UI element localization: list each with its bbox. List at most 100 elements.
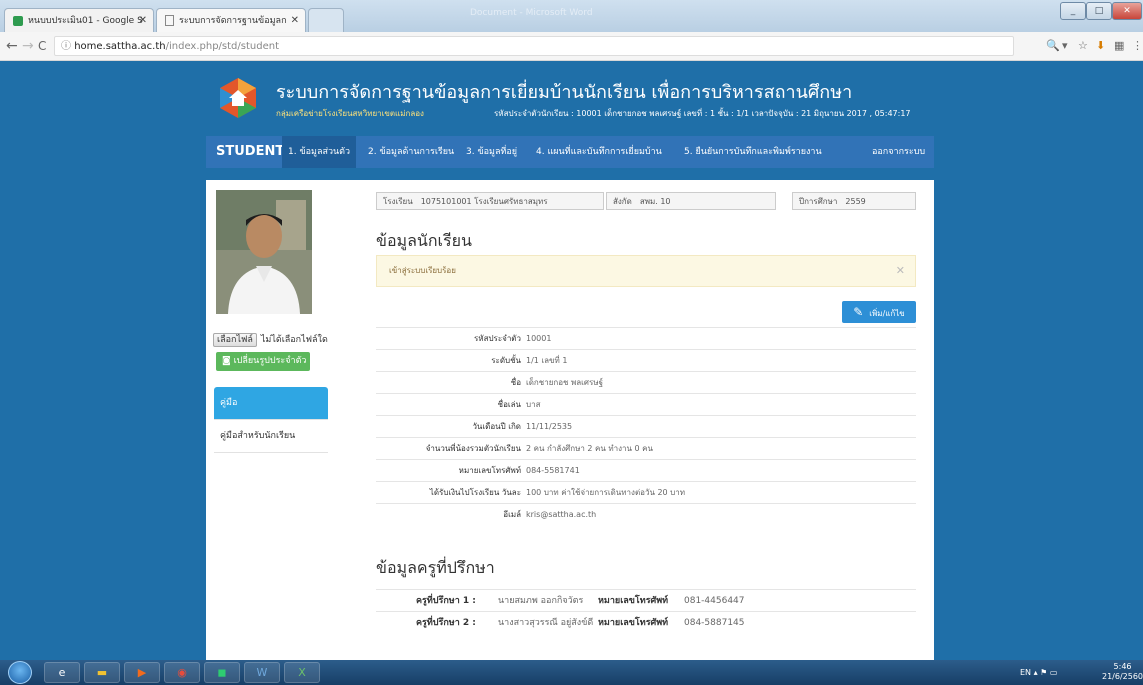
browser-tab-bar: หนบบประเมิน01 - Google S ✕ ระบบการจัดการฐ… xyxy=(0,0,1143,32)
logout-link[interactable]: ออกจากระบบ xyxy=(872,136,925,168)
field-label: ชื่อ xyxy=(510,378,521,387)
menu-dots-icon[interactable]: ⋮ xyxy=(1132,39,1143,52)
year-box: ปีการศึกษา 2559 xyxy=(792,192,916,210)
teacher-phone: 084-5887145 xyxy=(684,618,745,628)
reload-icon[interactable]: C xyxy=(38,38,46,54)
minimize-button[interactable]: _ xyxy=(1060,2,1086,20)
pencil-icon: ✎ xyxy=(853,305,864,319)
tab-student-system[interactable]: ระบบการจัดการฐานข้อมูลก ✕ xyxy=(156,8,306,32)
extension-icon[interactable]: ▦ xyxy=(1114,39,1124,52)
field-value: เด็กชายกอช พลเศรษฐ์ xyxy=(526,378,603,387)
info-icon: ⓘ xyxy=(61,41,75,52)
field-row: ได้รับเงินไปโรงเรียน วันละ 100 บาท ค่าใช้… xyxy=(376,481,916,503)
field-label: หมายเลขโทรศัพท์ xyxy=(458,466,521,475)
field-value: 100 บาท ค่าใช้จ่ายการเดินทางต่อวัน 20 บา… xyxy=(526,488,686,497)
clock[interactable]: 5:46 21/6/2560 xyxy=(1102,662,1143,682)
maximize-button[interactable]: □ xyxy=(1086,2,1112,20)
close-icon[interactable]: ✕ xyxy=(896,256,905,286)
word-icon[interactable]: W xyxy=(244,662,280,683)
phone-label: หมายเลขโทรศัพท์ xyxy=(598,618,669,628)
clock-date: 21/6/2560 xyxy=(1102,672,1143,681)
download-icon[interactable]: ⬇ xyxy=(1096,39,1105,52)
field-value: 10001 xyxy=(526,334,552,343)
forward-arrow-icon[interactable]: → xyxy=(22,38,34,54)
teacher-label: ครูที่ปรึกษา 1 : xyxy=(416,596,476,606)
year-label: ปีการศึกษา xyxy=(799,197,838,206)
field-label: ระดับชั้น xyxy=(491,356,521,365)
address-bar[interactable]: ⓘ home.sattha.ac.th/index.php/std/studen… xyxy=(54,36,1014,56)
ie-icon[interactable]: e xyxy=(44,662,80,683)
edit-button[interactable]: ✎ เพิ่ม/แก้ไข xyxy=(842,301,916,323)
clock-time: 5:46 xyxy=(1113,662,1132,671)
field-value: บาส xyxy=(526,400,541,409)
field-value: 084-5581741 xyxy=(526,466,580,475)
chrome-icon[interactable]: ◉ xyxy=(164,662,200,683)
url-path: /index.php/std/student xyxy=(165,41,279,52)
url-host: home.sattha.ac.th xyxy=(74,41,166,52)
network-icon[interactable]: ▭ xyxy=(1050,668,1058,677)
login-success-alert: เข้าสู่ระบบเรียบร้อย ✕ xyxy=(376,255,916,287)
zoom-icon[interactable]: 🔍 xyxy=(1046,39,1060,52)
field-value: 11/11/2535 xyxy=(526,422,573,431)
file-chooser: เลือกไฟล์ ไม่ได้เลือกไฟล์ใด xyxy=(213,332,328,347)
field-row: ระดับชั้น 1/1 เลขที่ 1 xyxy=(376,349,916,371)
teacher-phone: 081-4456447 xyxy=(684,596,745,606)
windows-taskbar: e ▬ ▶ ◉ ◼ W X EN ▴ ⚑ ▭ 5:46 21/6/2560 xyxy=(0,660,1143,685)
folder-icon[interactable]: ▬ xyxy=(84,662,120,683)
school-value: 1075101001 โรงเรียนศรัทธาสมุทร xyxy=(420,197,548,206)
teacher-info-heading: ข้อมูลครูที่ปรึกษา xyxy=(376,558,495,577)
teacher-name: นางสาวสุวรรณี อยู่สังข์ดี xyxy=(498,618,594,628)
field-row: หมายเลขโทรศัพท์ 084-5581741 xyxy=(376,459,916,481)
close-window-button[interactable]: ✕ xyxy=(1112,2,1142,20)
field-label: ชื่อเล่น xyxy=(497,400,521,409)
star-icon[interactable]: ☆ xyxy=(1078,39,1088,52)
side-item-student-manual[interactable]: คู่มือสำหรับนักเรียน xyxy=(214,420,328,453)
side-item-manual[interactable]: คู่มือ xyxy=(214,387,328,420)
background-window-title: Document - Microsoft Word xyxy=(470,8,593,18)
back-arrow-icon[interactable]: ← xyxy=(6,38,18,54)
media-player-icon[interactable]: ▶ xyxy=(124,662,160,683)
field-label: รหัสประจำตัว xyxy=(474,334,521,343)
menu-item-confirm-report[interactable]: 5. ยืนยันการบันทึกและพิมพ์รายงาน xyxy=(684,136,822,168)
location-pin-icon[interactable]: ▾ xyxy=(1062,39,1068,52)
student-info-heading: ข้อมูลนักเรียน xyxy=(376,231,472,250)
teacher-row: ครูที่ปรึกษา 1 : นายสมภพ ออกกิจวัตร หมาย… xyxy=(376,589,916,611)
teacher-row: ครูที่ปรึกษา 2 : นางสาวสุวรรณี อยู่สังข์… xyxy=(376,611,916,633)
language-indicator[interactable]: EN xyxy=(1020,668,1031,677)
field-row: จำนวนพี่น้องรวมตัวนักเรียน 2 คน กำลังศึกษ… xyxy=(376,437,916,459)
flag-icon[interactable]: ⚑ xyxy=(1040,668,1050,677)
tab-label: ระบบการจัดการฐานข้อมูลก xyxy=(179,16,287,26)
side-menu: คู่มือ คู่มือสำหรับนักเรียน xyxy=(214,387,328,453)
close-icon[interactable]: ✕ xyxy=(291,9,299,32)
start-button[interactable] xyxy=(8,661,32,684)
tab-google-sheets[interactable]: หนบบประเมิน01 - Google S ✕ xyxy=(4,8,154,32)
no-file-text: ไม่ได้เลือกไฟล์ใด xyxy=(260,335,328,345)
student-session-info: รหัสประจำตัวนักเรียน : 10001 เด็กชายกอช … xyxy=(494,109,911,118)
edit-button-label: เพิ่ม/แก้ไข xyxy=(869,309,905,318)
excel-icon[interactable]: X xyxy=(284,662,320,683)
menu-brand[interactable]: STUDENT xyxy=(216,136,284,168)
field-label: อีเมล์ xyxy=(503,510,521,519)
district-box: สังกัด สพม. 10 xyxy=(606,192,776,210)
site-title: ระบบการจัดการฐานข้อมูลการเยี่ยมบ้านนักเร… xyxy=(276,82,853,103)
close-icon[interactable]: ✕ xyxy=(139,9,147,32)
menu-item-visit-map[interactable]: 4. แผนที่และบันทึกการเยี่ยมบ้าน xyxy=(536,136,662,168)
menu-item-study[interactable]: 2. ข้อมูลด้านการเรียน xyxy=(368,136,454,168)
field-row: ชื่อเล่น บาส xyxy=(376,393,916,415)
district-label: สังกัด xyxy=(613,197,632,206)
field-label: จำนวนพี่น้องรวมตัวนักเรียน xyxy=(425,444,521,453)
teacher-label: ครูที่ปรึกษา 2 : xyxy=(416,618,476,628)
menu-item-address[interactable]: 3. ข้อมูลที่อยู่ xyxy=(466,136,517,168)
menu-item-personal[interactable]: 1. ข้อมูลส่วนตัว xyxy=(282,136,357,168)
home-logo-icon[interactable] xyxy=(216,76,260,120)
change-photo-button[interactable]: ◙ เปลี่ยนรูปประจำตัว xyxy=(216,352,310,371)
alert-text: เข้าสู่ระบบเรียบร้อย xyxy=(389,266,456,275)
field-label: ได้รับเงินไปโรงเรียน วันละ xyxy=(429,488,521,497)
system-tray: EN ▴ ⚑ ▭ xyxy=(1020,660,1057,685)
choose-file-button[interactable]: เลือกไฟล์ xyxy=(213,333,257,347)
teacher-name: นายสมภพ ออกกิจวัตร xyxy=(498,596,584,606)
new-tab-button[interactable] xyxy=(308,8,344,32)
line-icon[interactable]: ◼ xyxy=(204,662,240,683)
tab-label: หนบบประเมิน01 - Google S xyxy=(28,16,143,26)
field-label: วันเดือนปี เกิด xyxy=(472,422,521,431)
